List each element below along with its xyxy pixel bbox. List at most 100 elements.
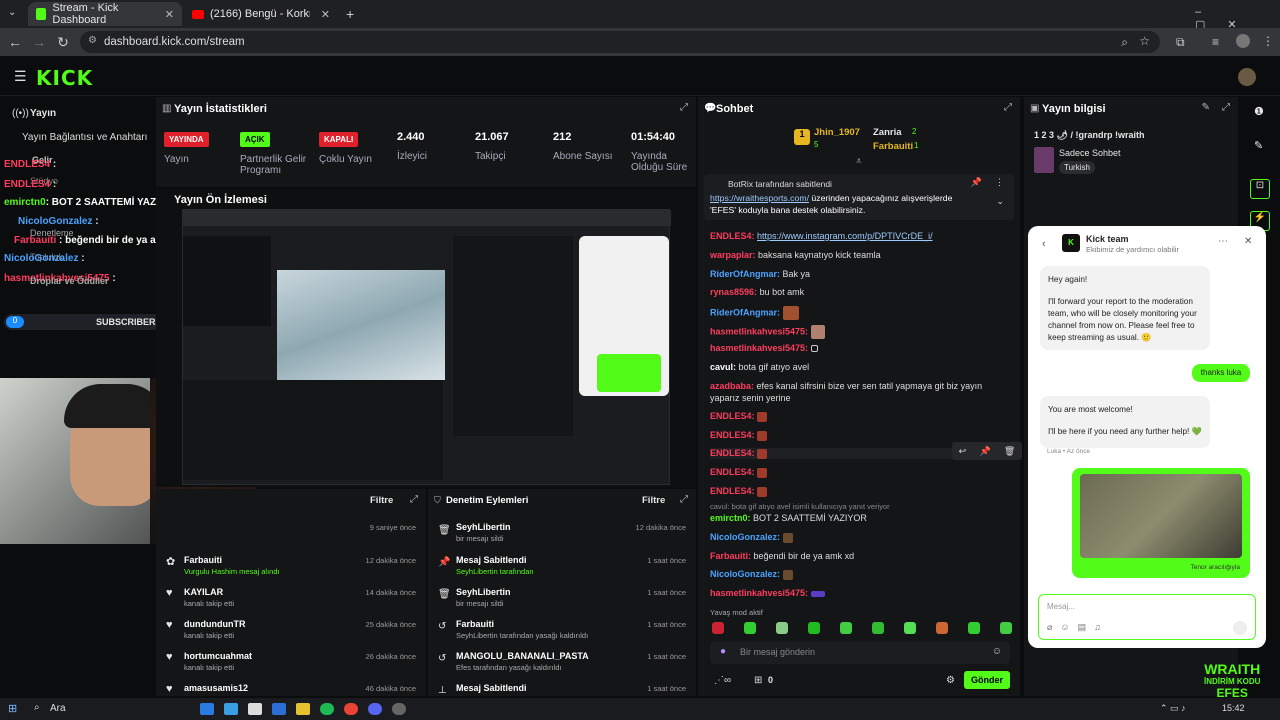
chevron-down-icon[interactable]: ⌄ bbox=[996, 196, 1004, 207]
chat-input[interactable]: ● Bir mesaj gönderin ☺ bbox=[710, 642, 1010, 664]
app-icon[interactable] bbox=[392, 703, 406, 715]
sidebar-item-yayin[interactable]: Yayın bbox=[30, 108, 56, 119]
folder-icon[interactable] bbox=[296, 703, 310, 715]
rail-tool-icon[interactable]: ⊡ bbox=[1250, 179, 1270, 199]
chat-users-icon[interactable]: ⋰∞ bbox=[714, 675, 731, 686]
send-button[interactable]: Gönder bbox=[964, 671, 1010, 689]
app-icon[interactable] bbox=[248, 703, 262, 715]
start-icon[interactable]: ⊞ bbox=[8, 702, 17, 715]
emote-icon[interactable] bbox=[712, 622, 724, 634]
pencil-icon[interactable]: ✎ bbox=[1254, 139, 1263, 152]
user-avatar[interactable] bbox=[1238, 68, 1256, 86]
mod-action-name[interactable]: Mesaj Sabitlendi bbox=[456, 555, 527, 565]
zoom-icon[interactable]: ⌕ bbox=[1121, 35, 1128, 50]
back-icon[interactable]: ‹ bbox=[1042, 238, 1046, 250]
new-tab-icon[interactable]: + bbox=[346, 6, 354, 22]
support-input-tools[interactable]: ⌀☺▤♫ bbox=[1047, 622, 1109, 633]
activity-user[interactable]: hortumcuahmat bbox=[184, 651, 252, 661]
support-input[interactable]: Mesaj... ⌀☺▤♫ bbox=[1038, 594, 1256, 640]
emote-icon[interactable] bbox=[936, 622, 948, 634]
emote-icon[interactable] bbox=[872, 622, 884, 634]
activity-user[interactable]: KAYILAR bbox=[184, 587, 223, 597]
expand-icon[interactable]: ⤢ bbox=[1222, 102, 1230, 113]
app-icon[interactable] bbox=[224, 703, 238, 715]
chrome-icon[interactable] bbox=[344, 703, 358, 715]
taskbar-search[interactable]: Ara bbox=[50, 703, 66, 714]
tab-search-icon[interactable]: ⌄ bbox=[8, 7, 16, 18]
expand-icon[interactable]: ⤢ bbox=[410, 494, 418, 505]
forward-icon[interactable]: → bbox=[28, 34, 50, 50]
kick-logo[interactable]: KICK bbox=[36, 66, 93, 90]
emoji-icon[interactable]: ☺ bbox=[992, 646, 1002, 657]
mod-action-name[interactable]: SeyhLibertin bbox=[456, 587, 511, 597]
url-field[interactable]: ⚙ dashboard.kick.com/stream ⌕ ☆ bbox=[80, 31, 1160, 53]
menu-icon[interactable]: ⋮ bbox=[1262, 34, 1274, 48]
expand-icon[interactable]: ⤢ bbox=[1004, 102, 1012, 113]
sidebar-item-stream-key[interactable]: Yayın Bağlantısı ve Anahtarı bbox=[22, 132, 147, 143]
help-icon[interactable]: ❶ bbox=[1254, 105, 1264, 118]
mic-icon[interactable]: ● bbox=[720, 646, 726, 657]
activity-user[interactable]: Farbauiti bbox=[184, 555, 222, 565]
category-name[interactable]: Sadece Sohbet bbox=[1059, 148, 1121, 158]
back-icon[interactable]: ← bbox=[4, 34, 26, 50]
mod-action-name[interactable]: Farbauiti bbox=[456, 619, 494, 629]
chat-settings-icon[interactable]: ⚙ bbox=[946, 675, 955, 686]
stream-preview-video[interactable] bbox=[182, 209, 671, 485]
tab-youtube[interactable]: (2166) Bengü - Korkma Kalb ✕ bbox=[184, 2, 338, 26]
delete-icon[interactable]: 🗑 bbox=[1004, 446, 1015, 457]
clock[interactable]: 15:42 bbox=[1222, 703, 1245, 713]
more-icon[interactable]: ⋯ bbox=[1218, 236, 1228, 247]
more-icon[interactable]: ⋮ bbox=[995, 177, 1004, 188]
collapse-leaderboard-icon[interactable]: ⩡ bbox=[856, 156, 862, 167]
discord-icon[interactable] bbox=[368, 703, 382, 715]
close-tab-icon[interactable]: ✕ bbox=[321, 8, 330, 21]
emote-icon[interactable] bbox=[776, 622, 788, 634]
leader-name[interactable]: Farbauiti bbox=[873, 141, 913, 152]
filter-button[interactable]: Filtre bbox=[370, 495, 393, 506]
profile-avatar[interactable] bbox=[1236, 34, 1250, 48]
app-icon[interactable] bbox=[272, 703, 286, 715]
gift-icon[interactable]: ⊞ bbox=[754, 675, 762, 686]
hamburger-icon[interactable]: ☰ bbox=[14, 68, 27, 85]
tab-kick-dashboard[interactable]: Stream - Kick Dashboard ✕ bbox=[28, 2, 182, 26]
leader-name[interactable]: Jhin_1907 bbox=[814, 127, 860, 138]
extensions-icon[interactable]: ⧉ bbox=[1176, 35, 1185, 50]
emote-icon[interactable] bbox=[744, 622, 756, 634]
expand-icon[interactable]: ⤢ bbox=[680, 494, 688, 505]
reply-icon[interactable]: ↩ bbox=[959, 446, 967, 457]
app-icon[interactable] bbox=[200, 703, 214, 715]
site-info-icon[interactable]: ⚙ bbox=[88, 35, 97, 46]
activity-user[interactable]: dundundunTR bbox=[184, 619, 245, 629]
sponsor-overlay: WRAITH İNDİRİM KODU EFES bbox=[1204, 662, 1260, 700]
emote-icon[interactable] bbox=[840, 622, 852, 634]
mod-action-name[interactable]: Mesaj Sabitlendi bbox=[456, 683, 527, 693]
bookmark-icon[interactable]: ☆ bbox=[1139, 34, 1150, 48]
mod-action-name[interactable]: SeyhLibertin bbox=[456, 522, 511, 532]
tray-icons[interactable]: ⌃ ▭ ♪ bbox=[1160, 703, 1186, 714]
spotify-icon[interactable] bbox=[320, 703, 334, 715]
leader-name[interactable]: Zanria bbox=[873, 127, 902, 138]
mod-action-name[interactable]: MANGOLU_BANANALI_PASTA bbox=[456, 651, 589, 661]
support-message-text: Hey again! bbox=[1048, 275, 1088, 284]
emote-icon[interactable] bbox=[968, 622, 980, 634]
search-icon[interactable]: ⌕ bbox=[34, 702, 40, 713]
support-send-icon[interactable] bbox=[1233, 621, 1247, 635]
mod-action-time: 1 saat önce bbox=[647, 556, 686, 565]
expand-icon[interactable]: ⤢ bbox=[680, 102, 688, 113]
tab-title: Stream - Kick Dashboard bbox=[52, 2, 119, 26]
close-icon[interactable]: ✕ bbox=[1244, 236, 1252, 247]
language-tag[interactable]: Turkish bbox=[1059, 161, 1095, 174]
media-icon[interactable]: ≡ bbox=[1212, 35, 1219, 49]
unpin-icon[interactable]: 📌 bbox=[971, 177, 982, 188]
reload-icon[interactable]: ↻ bbox=[52, 34, 74, 51]
emote-icon[interactable] bbox=[808, 622, 820, 634]
gif-message[interactable]: Tenor aracılığıyla bbox=[1072, 468, 1250, 578]
emote-icon[interactable] bbox=[1000, 622, 1012, 634]
emote-icon[interactable] bbox=[904, 622, 916, 634]
edit-icon[interactable]: ✎ bbox=[1202, 102, 1210, 113]
close-tab-icon[interactable]: ✕ bbox=[165, 8, 174, 21]
filter-button[interactable]: Filtre bbox=[642, 495, 665, 506]
pin-icon[interactable]: 📌 bbox=[979, 446, 990, 457]
pinned-message: BotRix tarafından sabitlendi 📌 ⋮ ⌄ https… bbox=[704, 174, 1014, 220]
activity-user[interactable]: amasusamis12 bbox=[184, 683, 248, 693]
